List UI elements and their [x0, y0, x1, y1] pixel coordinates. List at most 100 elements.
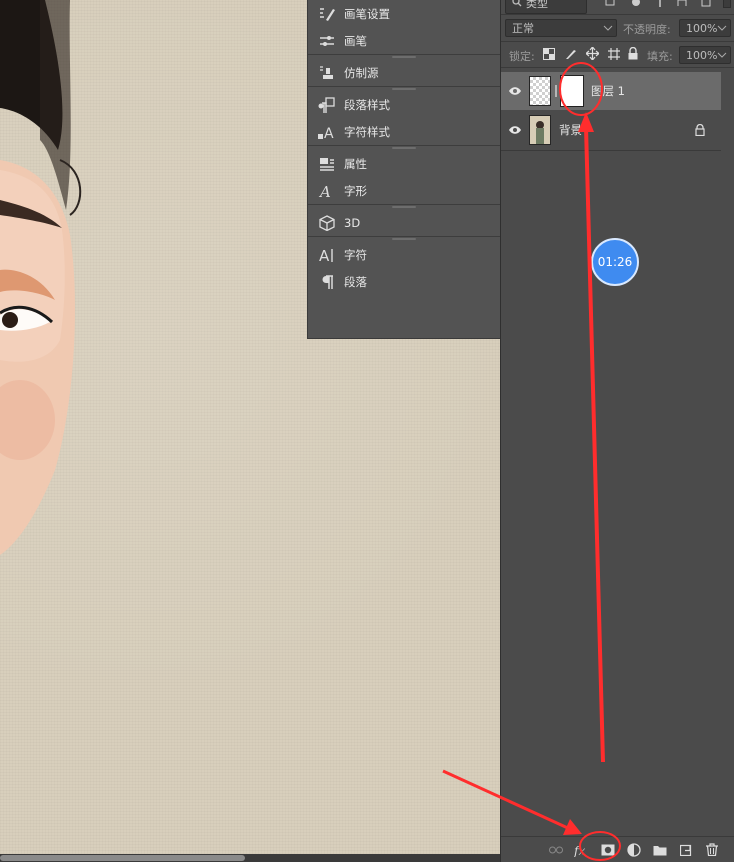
new-group-folder-icon[interactable] [647, 839, 673, 861]
panel-item-label: 段落 [344, 274, 367, 289]
3d-cube-icon [318, 214, 336, 232]
layers-panel: 类型 正常 不透明度: 100% 锁定: 填充: 100% 图层 1 背景 fx [500, 0, 734, 862]
opacity-value: 100% [686, 21, 718, 35]
collapsed-panels-dock: 画笔设置 画笔 仿制源 段落样式 A 字符样式 属性 A 字形 3D A 字符 … [307, 0, 500, 339]
panel-group-grip[interactable] [308, 87, 500, 91]
lock-image-pixels-icon[interactable] [565, 48, 577, 63]
layer-style-fx-icon[interactable]: fx [569, 839, 595, 861]
filter-kind-label: 类型 [526, 0, 548, 10]
divider [501, 14, 734, 15]
panel-item-label: 3D [344, 215, 361, 230]
layer-filter-dropdown[interactable]: 类型 [505, 0, 587, 14]
layer-filter-row: 类型 [501, 0, 734, 14]
panel-item-paragraph[interactable]: 段落 [308, 268, 500, 295]
blend-mode-dropdown[interactable]: 正常 [505, 19, 617, 37]
lock-transparent-pixels-icon[interactable] [543, 48, 555, 63]
filter-pixel-icon[interactable] [605, 0, 615, 10]
panel-group-grip[interactable] [308, 55, 500, 59]
fill-field[interactable]: 100% [679, 46, 731, 64]
panel-item-label: 画笔 [344, 33, 367, 48]
horizontal-scrollbar[interactable] [0, 854, 500, 862]
panel-item-label: 画笔设置 [344, 6, 390, 21]
svg-text:A: A [319, 247, 330, 263]
layer-name[interactable]: 背景 [559, 122, 582, 138]
divider [501, 41, 734, 42]
lock-row: 锁定: 填充: 100% [501, 44, 734, 66]
panel-item-label: 字符 [344, 247, 367, 262]
panel-group: 段落样式 A 字符样式 [308, 87, 500, 146]
delete-layer-trash-icon[interactable] [699, 839, 725, 861]
panel-item-label: 属性 [344, 156, 367, 171]
chevron-down-icon [717, 25, 727, 31]
mask-link-icon[interactable] [551, 85, 561, 97]
blend-row: 正常 不透明度: 100% [501, 16, 734, 40]
filter-adjustment-icon[interactable] [631, 0, 641, 10]
brushes-icon [318, 32, 336, 50]
chevron-down-icon [717, 52, 727, 58]
layer-thumbnail[interactable] [529, 76, 551, 106]
opacity-label: 不透明度: [623, 23, 671, 36]
divider [501, 67, 734, 68]
panel-item-label: 字符样式 [344, 124, 390, 139]
panel-item-label: 仿制源 [344, 65, 379, 80]
panel-group: 画笔设置 画笔 [308, 0, 500, 55]
panel-item-paragraph-styles[interactable]: 段落样式 [308, 91, 500, 118]
paragraph-styles-icon [318, 96, 336, 114]
panel-item-label: 字形 [344, 183, 367, 198]
panel-group: A 字符 段落 [308, 237, 500, 295]
panel-item-character[interactable]: A 字符 [308, 241, 500, 268]
visibility-eye-icon[interactable] [501, 86, 529, 96]
visibility-eye-icon[interactable] [501, 125, 529, 135]
lock-all-icon[interactable] [628, 46, 638, 63]
link-layers-icon[interactable] [543, 839, 569, 861]
layer-thumbnail[interactable] [529, 115, 551, 145]
new-layer-icon[interactable] [673, 839, 699, 861]
recording-timer-badge: 01:26 [591, 238, 639, 286]
panel-group-grip[interactable] [308, 205, 500, 209]
panel-group-grip[interactable] [308, 146, 500, 150]
panel-item-clone-source[interactable]: 仿制源 [308, 59, 500, 86]
properties-icon [318, 155, 336, 173]
clone-source-icon [318, 64, 336, 82]
scrollbar-thumb[interactable] [0, 855, 245, 861]
panel-item-brushes[interactable]: 画笔 [308, 27, 500, 54]
panel-group: 仿制源 [308, 55, 500, 87]
chevron-down-icon [603, 25, 613, 31]
panel-item-glyphs[interactable]: A 字形 [308, 177, 500, 204]
layer-mask-thumbnail[interactable] [560, 75, 584, 107]
layer-name[interactable]: 图层 1 [591, 83, 625, 99]
panel-item-properties[interactable]: 属性 [308, 150, 500, 177]
panel-item-label: 段落样式 [344, 97, 390, 112]
filter-toggle-switch[interactable] [723, 0, 731, 8]
adjustment-layer-icon[interactable] [621, 839, 647, 861]
fill-value: 100% [686, 48, 718, 62]
divider [501, 150, 721, 151]
panel-group: 3D [308, 205, 500, 237]
add-layer-mask-icon[interactable] [595, 839, 621, 861]
panel-item-brush-settings[interactable]: 画笔设置 [308, 0, 500, 27]
search-icon [512, 0, 522, 10]
lock-label: 锁定: [509, 50, 535, 63]
panel-item-3d[interactable]: 3D [308, 209, 500, 236]
opacity-field[interactable]: 100% [679, 19, 731, 37]
character-icon: A [318, 246, 336, 264]
filter-smart-object-icon[interactable] [701, 0, 711, 10]
lock-icon [695, 123, 705, 139]
svg-text:A: A [324, 126, 334, 140]
blend-mode-value: 正常 [512, 22, 534, 35]
fill-label: 填充: [647, 50, 673, 63]
layers-bottom-toolbar: fx [501, 836, 734, 862]
lock-artboard-icon[interactable] [608, 48, 620, 63]
filter-shape-icon[interactable] [677, 0, 687, 10]
svg-text:A: A [318, 183, 331, 199]
filter-type-icon[interactable] [655, 0, 665, 10]
lock-position-icon[interactable] [585, 46, 600, 63]
panel-item-character-styles[interactable]: A 字符样式 [308, 118, 500, 145]
brush-settings-icon [318, 5, 336, 23]
layer-row[interactable]: 图层 1 [501, 72, 721, 110]
panel-group: 属性 A 字形 [308, 146, 500, 205]
panel-group-grip[interactable] [308, 237, 500, 241]
svg-text:fx: fx [574, 844, 585, 857]
layer-row[interactable]: 背景 [501, 111, 721, 149]
paragraph-icon [318, 273, 336, 291]
